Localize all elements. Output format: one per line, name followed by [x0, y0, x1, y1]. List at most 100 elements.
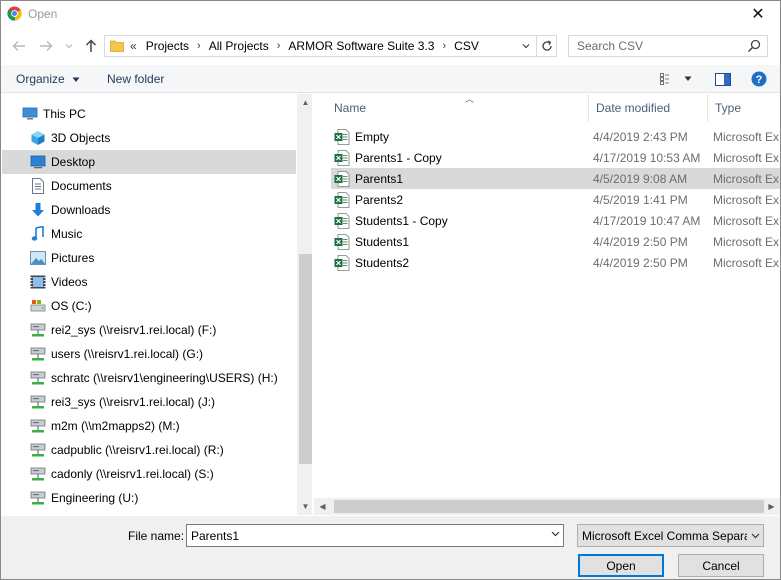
breadcrumb-item[interactable]: CSV — [454, 39, 479, 53]
file-name-input[interactable]: Parents1 — [186, 524, 564, 547]
chevron-down-icon — [522, 44, 530, 49]
file-type: Microsoft Ex — [713, 234, 780, 249]
excel-file-icon — [334, 254, 350, 271]
nav-item[interactable]: Engineering (U:) — [2, 486, 296, 510]
breadcrumb-item[interactable]: Projects — [146, 39, 189, 53]
nav-item-label: Desktop — [51, 155, 96, 169]
breadcrumb-item[interactable]: ARMOR Software Suite 3.3 — [288, 39, 434, 53]
refresh-button[interactable] — [536, 36, 557, 56]
column-header-type[interactable]: Type — [708, 94, 780, 122]
column-header-name[interactable]: Name ︿ — [327, 94, 589, 122]
nav-item[interactable]: schratc (\\reisrv1\engineering\USERS) (H… — [2, 366, 296, 390]
network-drive-icon — [29, 442, 46, 458]
nav-item[interactable]: users (\\reisrv1.rei.local) (G:) — [2, 342, 296, 366]
nav-item-label: cadpublic (\\reisrv1.rei.local) (R:) — [51, 443, 224, 457]
back-button[interactable] — [10, 37, 28, 55]
nav-item[interactable]: Pictures — [2, 246, 296, 270]
cancel-label: Cancel — [702, 558, 740, 573]
network-drive-icon — [29, 418, 46, 434]
recent-locations-button[interactable] — [63, 37, 75, 55]
file-date: 4/5/2019 1:41 PM — [593, 192, 688, 207]
open-button[interactable]: Open — [578, 554, 664, 577]
column-header-date[interactable]: Date modified — [589, 94, 708, 122]
sort-ascending-icon: ︿ — [465, 94, 475, 104]
file-type: Microsoft Ex — [713, 255, 780, 270]
dialog-footer: File name: Parents1 Microsoft Excel Comm… — [1, 516, 780, 579]
close-button[interactable]: ✕ — [736, 1, 780, 27]
scroll-down-icon[interactable]: ▼ — [297, 498, 312, 515]
nav-item[interactable]: m2m (\\m2mapps2) (M:) — [2, 414, 296, 438]
nav-item[interactable]: Desktop — [2, 150, 296, 174]
preview-pane-button[interactable] — [712, 71, 734, 87]
address-dropdown-button[interactable] — [518, 39, 534, 53]
nav-item[interactable]: rei2_sys (\\reisrv1.rei.local) (F:) — [2, 318, 296, 342]
details-view-icon — [660, 73, 669, 85]
nav-item-label: schratc (\\reisrv1\engineering\USERS) (H… — [51, 371, 278, 385]
nav-item-label: 3D Objects — [51, 131, 111, 145]
file-name: Students1 — [355, 234, 410, 249]
file-row[interactable]: Students1 4/4/2019 2:50 PM Microsoft Ex — [331, 231, 780, 252]
nav-item-label: Music — [51, 227, 83, 241]
forward-button[interactable] — [37, 37, 55, 55]
search-input[interactable]: Search CSV — [568, 35, 768, 57]
scroll-right-icon[interactable]: ▶ — [763, 498, 780, 515]
file-name: Parents1 — [355, 171, 404, 186]
nav-item[interactable]: 3D Objects — [2, 126, 296, 150]
breadcrumb-overflow[interactable]: « — [130, 39, 137, 53]
scroll-left-icon[interactable]: ◀ — [314, 498, 331, 515]
nav-item[interactable]: Music — [2, 222, 296, 246]
nav-item[interactable]: Videos — [2, 270, 296, 294]
open-label: Open — [606, 558, 636, 573]
file-date: 4/5/2019 9:08 AM — [593, 171, 688, 186]
nav-scrollbar[interactable]: ▲ ▼ — [297, 94, 312, 515]
file-row[interactable]: Students1 - Copy 4/17/2019 10:47 AM Micros… — [331, 210, 780, 231]
nav-item[interactable]: OS (C:) — [2, 294, 296, 318]
nav-item-label: cadonly (\\reisrv1.rei.local) (S:) — [51, 467, 214, 481]
nav-scroll-thumb[interactable] — [299, 254, 312, 464]
excel-file-icon — [334, 212, 350, 229]
file-date: 4/17/2019 10:53 AM — [593, 150, 701, 165]
breadcrumb-separator-icon[interactable]: › — [197, 40, 201, 52]
file-row[interactable]: Empty 4/4/2019 2:43 PM Microsoft Ex — [331, 126, 780, 147]
scroll-up-icon[interactable]: ▲ — [297, 94, 312, 111]
nav-item[interactable]: rei3_sys (\\reisrv1.rei.local) (J:) — [2, 390, 296, 414]
help-button[interactable]: ? — [750, 71, 768, 87]
file-name-value: Parents1 — [191, 529, 240, 543]
breadcrumb-separator-icon[interactable]: › — [277, 40, 281, 52]
nav-item[interactable]: Downloads — [2, 198, 296, 222]
search-icon — [747, 39, 761, 53]
horizontal-scroll-thumb[interactable] — [334, 500, 764, 513]
cancel-button[interactable]: Cancel — [678, 554, 764, 577]
file-date: 4/4/2019 2:50 PM — [593, 234, 688, 249]
up-button[interactable] — [82, 37, 100, 55]
chevron-down-icon[interactable] — [551, 529, 560, 539]
file-row[interactable]: Parents1 4/5/2019 9:08 AM Microsoft Ex — [331, 168, 780, 189]
nav-item-label: Downloads — [51, 203, 111, 217]
nav-item[interactable]: Documents — [2, 174, 296, 198]
nav-item-label: Videos — [51, 275, 88, 289]
organize-button[interactable]: Organize — [16, 72, 80, 86]
horizontal-scrollbar[interactable]: ◀ ▶ — [314, 498, 780, 515]
breadcrumb-separator-icon[interactable]: › — [442, 40, 446, 52]
nav-item-label: users (\\reisrv1.rei.local) (G:) — [51, 347, 204, 361]
view-options-button[interactable] — [659, 71, 693, 87]
address-bar[interactable]: « Projects › All Projects › ARMOR Softwa… — [104, 35, 557, 57]
file-row[interactable]: Parents2 4/5/2019 1:41 PM Microsoft Ex — [331, 189, 780, 210]
nav-item[interactable]: cadpublic (\\reisrv1.rei.local) (R:) — [2, 438, 296, 462]
breadcrumb-item[interactable]: All Projects — [209, 39, 269, 53]
breadcrumb: « Projects › All Projects › ARMOR Softwa… — [130, 39, 479, 53]
preview-pane-icon — [715, 72, 731, 86]
file-type-select[interactable]: Microsoft Excel Comma Separa — [577, 524, 764, 547]
nav-item-label: rei3_sys (\\reisrv1.rei.local) (J:) — [51, 395, 216, 409]
new-folder-button[interactable]: New folder — [107, 72, 164, 86]
excel-file-icon — [334, 128, 350, 145]
file-row[interactable]: Parents1 - Copy 4/17/2019 10:53 AM Microso… — [331, 147, 780, 168]
file-row[interactable]: Students2 4/4/2019 2:50 PM Microsoft Ex — [331, 252, 780, 273]
chevron-down-icon — [72, 77, 80, 82]
network-drive-icon — [29, 490, 46, 506]
nav-item[interactable]: This PC — [2, 102, 296, 126]
network-drive-icon — [29, 466, 46, 482]
search-placeholder: Search CSV — [577, 39, 644, 53]
file-type: Microsoft Ex — [713, 192, 780, 207]
nav-item[interactable]: cadonly (\\reisrv1.rei.local) (S:) — [2, 462, 296, 486]
